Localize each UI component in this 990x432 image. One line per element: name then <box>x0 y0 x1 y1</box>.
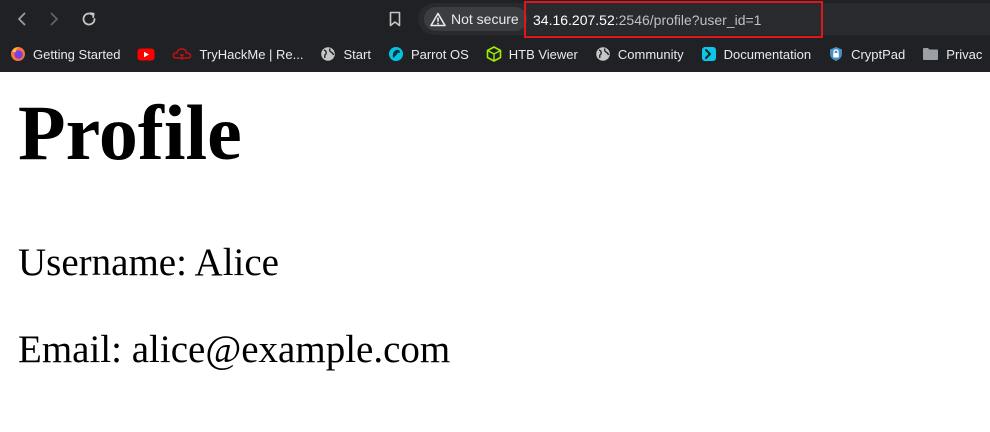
youtube-icon <box>137 48 155 60</box>
url-host: 34.16.207.52 <box>533 11 615 28</box>
reload-button[interactable] <box>76 6 102 32</box>
address-bar[interactable]: Not secure 34.16.207.52:2546/profile?use… <box>418 1 990 38</box>
bookmark-getting-started[interactable]: Getting Started <box>10 46 120 62</box>
bookmark-documentation[interactable]: Documentation <box>701 46 811 62</box>
documentation-icon <box>701 47 716 61</box>
chevron-right-icon <box>50 12 58 26</box>
bookmark-cryptpad[interactable]: CryptPad <box>828 46 905 62</box>
bookmark-tryhackme[interactable]: TryHackMe | Re... <box>172 46 303 62</box>
page-content: Profile Username: Alice Email: alice@exa… <box>0 72 990 432</box>
bookmark-parrot-os[interactable]: Parrot OS <box>388 46 469 62</box>
tryhackme-icon <box>173 48 192 60</box>
bookmarks-bar: Getting Started TryHackMe | Re... Start <box>0 40 990 68</box>
reload-icon <box>82 12 96 26</box>
bookmark-label: TryHackMe | Re... <box>199 46 304 62</box>
back-button[interactable] <box>9 6 35 32</box>
globe-icon <box>596 47 610 61</box>
security-indicator[interactable]: Not secure <box>424 7 527 31</box>
htb-icon <box>486 46 502 62</box>
chevron-left-icon <box>18 12 26 26</box>
bookmark-youtube[interactable] <box>137 48 155 61</box>
bookmark-label: HTB Viewer <box>508 46 578 62</box>
firefox-icon <box>11 47 25 61</box>
globe-icon <box>321 47 336 61</box>
bookmark-label: Documentation <box>723 46 812 62</box>
bookmark-label: Getting Started <box>33 46 121 62</box>
bookmark-htb-viewer[interactable]: HTB Viewer <box>486 46 578 62</box>
bookmark-page-button[interactable] <box>384 8 406 30</box>
security-label: Not secure <box>451 11 519 27</box>
username-text: Username: Alice <box>18 241 279 284</box>
folder-icon <box>923 48 939 60</box>
bookmark-label: Privac <box>946 46 983 62</box>
browser-chrome: Not secure 34.16.207.52:2546/profile?use… <box>0 0 990 72</box>
bookmark-label: Start <box>343 46 371 62</box>
parrot-icon <box>388 47 403 61</box>
warning-icon <box>430 12 446 26</box>
bookmark-label: Parrot OS <box>410 46 469 62</box>
cryptpad-icon <box>830 47 843 61</box>
bookmark-community[interactable]: Community <box>595 46 684 62</box>
page-title: Profile <box>18 89 242 176</box>
navigation-bar: Not secure 34.16.207.52:2546/profile?use… <box>0 0 990 38</box>
bookmark-label: CryptPad <box>851 46 906 62</box>
bookmark-start[interactable]: Start <box>320 46 371 62</box>
forward-button[interactable] <box>41 6 67 32</box>
bookmark-folder-privacy[interactable]: Privac <box>922 47 982 62</box>
url-path: :2546/profile?user_id=1 <box>614 11 762 28</box>
bookmark-icon <box>389 11 401 27</box>
email-text: Email: alice@example.com <box>18 328 451 371</box>
bookmark-label: Community <box>617 46 684 62</box>
url-input[interactable]: 34.16.207.52:2546/profile?user_id=1 <box>524 1 823 38</box>
